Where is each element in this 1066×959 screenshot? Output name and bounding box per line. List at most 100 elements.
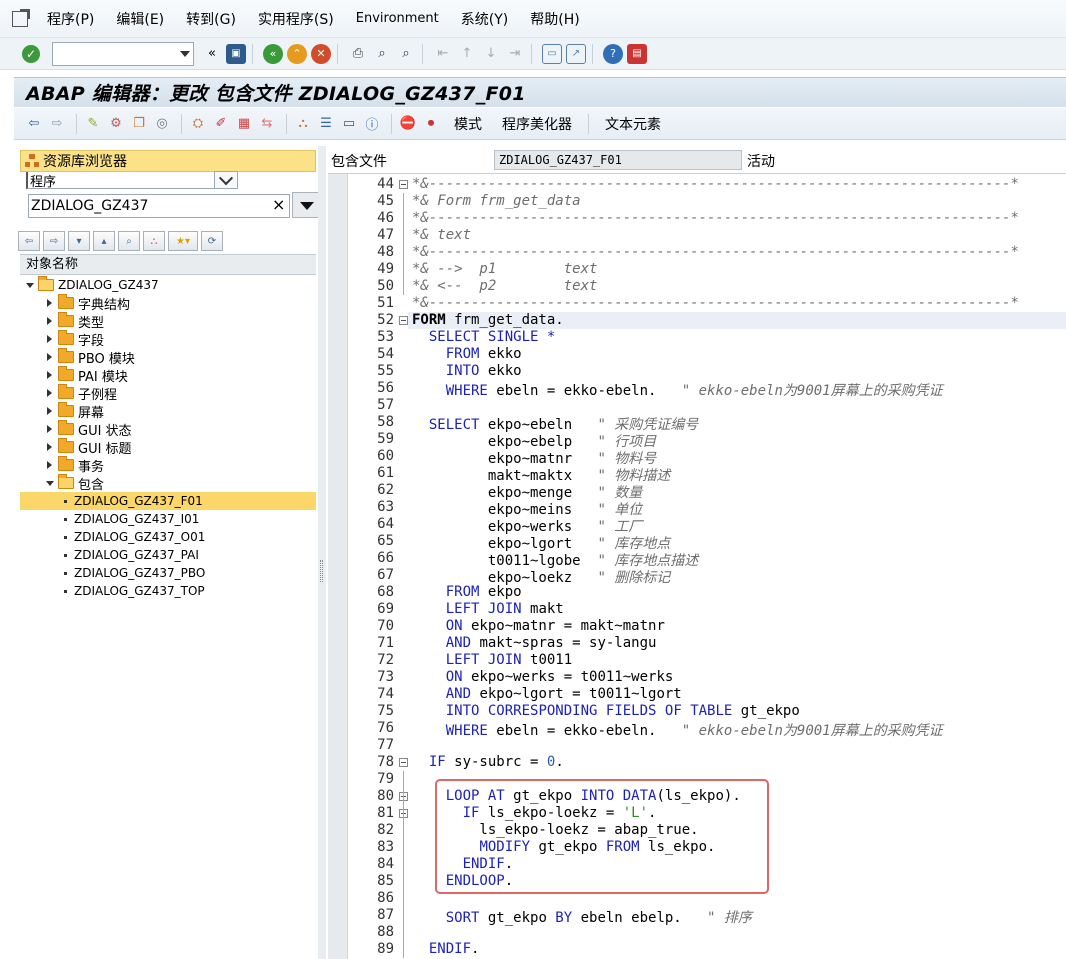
object-name-input[interactable]: ZDIALOG_GZ437 [28,194,290,218]
display-object-list-icon[interactable]: ☰ [316,114,336,134]
back-arrow-icon[interactable]: ⇦ [24,114,44,134]
code-line[interactable]: FORM frm_get_data. [412,312,564,328]
where-used-icon[interactable]: ▦ [234,114,254,134]
code-line[interactable]: IF sy-subrc = 0. [412,754,564,770]
panel-resize-handle[interactable] [318,146,326,959]
code-line[interactable]: MODIFY gt_ekpo FROM ls_ekpo. [412,839,715,855]
code-line[interactable]: ls_ekpo-loekz = abap_true. [412,822,698,838]
code-line[interactable]: *&--------------------------------------… [412,210,1019,226]
tree-include-item[interactable]: ZDIALOG_GZ437_I01 [20,510,316,528]
object-type-select[interactable]: 程序 [26,171,238,190]
repository-browser-header[interactable]: 资源库浏览器 [20,150,316,172]
tree-node-includes[interactable]: 包含 [20,474,316,493]
object-list-icon[interactable]: ⇆ [257,114,277,134]
code-line[interactable]: ENDIF. [412,941,480,957]
next-page-icon[interactable]: ↓ [481,44,501,64]
expand-arrow-icon[interactable] [46,371,54,379]
code-editor[interactable]: 44 45 46 47 48 49 50 51 52 53 54 55 56 57 58 59 60 61 62 63… [328,173,1066,959]
command-field[interactable] [52,41,194,66]
expand-subtree-icon[interactable]: ▴ [93,231,115,251]
menu-program[interactable]: 程序(P) [36,9,105,29]
check-icon[interactable]: ◎ [152,114,172,134]
last-page-icon[interactable]: ⇥ [505,44,525,64]
menu-system[interactable]: 系统(Y) [450,9,519,29]
code-line[interactable]: ON ekpo~matnr = makt~matnr [412,618,665,634]
new-session-icon[interactable]: ▭ [542,43,562,64]
fold-toggle-icon[interactable] [399,180,408,189]
object-name-dropdown-icon[interactable] [292,192,320,218]
help-icon[interactable]: ? [603,43,623,64]
mode-button[interactable]: 模式 [444,114,492,134]
tree-include-item[interactable]: ZDIALOG_GZ437_PBO [20,564,316,582]
tree-node-gui-status[interactable]: GUI 状态 [20,420,316,439]
forward-arrow-icon[interactable]: ⇨ [47,114,67,134]
tree-include-item[interactable]: ZDIALOG_GZ437_O01 [20,528,316,546]
collapse-command-icon[interactable]: « [202,44,222,64]
code-line[interactable]: ENDIF. [412,856,514,872]
code-line[interactable]: WHERE ebeln = ekko-ebeln. " ekko-ebeln为9… [412,720,943,740]
test-icon[interactable]: ✐ [211,114,231,134]
expand-arrow-icon[interactable] [46,425,54,433]
display-change-icon[interactable]: ✎ [83,114,103,134]
previous-object-icon[interactable]: ⇦ [18,231,40,251]
code-line[interactable]: AND makt~spras = sy-langu [412,635,657,651]
tree-node-fields[interactable]: 字段 [20,330,316,349]
clear-icon[interactable]: × [272,195,285,214]
tree-include-item[interactable]: ZDIALOG_GZ437_F01 [20,492,316,510]
favorites-icon[interactable]: ★▾ [168,231,198,251]
code-line[interactable]: LEFT JOIN makt [412,601,564,617]
expand-arrow-icon[interactable] [46,353,54,361]
pretty-printer-button[interactable]: 程序美化器 [492,114,582,134]
tree-node-gui-titles[interactable]: GUI 标题 [20,438,316,457]
code-line[interactable]: INTO CORRESPONDING FIELDS OF TABLE gt_ek… [412,703,800,719]
menu-goto[interactable]: 转到(G) [175,9,247,29]
code-line[interactable]: WHERE ebeln = ekko-ebeln. " ekko-ebeln为9… [412,380,943,400]
code-line[interactable]: AND ekpo~lgort = t0011~lgort [412,686,682,702]
collapse-arrow-icon[interactable] [46,479,54,487]
code-line[interactable]: *& Form frm_get_data [412,193,581,209]
tree-node-dictionary-structures[interactable]: 字典结构 [20,294,316,313]
expand-arrow-icon[interactable] [46,389,54,397]
hierarchy-icon[interactable]: ⛬ [143,231,165,251]
enter-check-icon[interactable]: ✓ [22,44,40,63]
code-line[interactable]: *&--------------------------------------… [412,295,1019,311]
expand-arrow-icon[interactable] [46,335,54,343]
code-line[interactable]: INTO ekko [412,363,522,379]
code-line[interactable]: *& --> p1 text [412,261,597,277]
tree-node-screens[interactable]: 屏幕 [20,402,316,421]
tree-node-types[interactable]: 类型 [20,312,316,331]
back-icon[interactable]: « [263,43,283,64]
find-icon[interactable]: ⌕ [372,44,392,64]
find-icon[interactable]: ⌕ [118,231,140,251]
code-line[interactable]: ON ekpo~werks = t0011~werks [412,669,674,685]
tree-node-subroutines[interactable]: 子例程 [20,384,316,403]
code-line[interactable]: *&--------------------------------------… [412,244,1019,260]
code-line[interactable]: FROM ekpo [412,584,522,600]
breakpoint-icon[interactable]: ⛔ [398,114,418,134]
next-object-icon[interactable]: ⇨ [43,231,65,251]
previous-page-icon[interactable]: ↑ [457,44,477,64]
tree-include-item[interactable]: ZDIALOG_GZ437_PAI [20,546,316,564]
find-next-icon[interactable]: ⌕ [396,44,416,64]
activate-icon[interactable]: ⛭ [188,114,208,134]
tree-node-pai-modules[interactable]: PAI 模块 [20,366,316,385]
code-line[interactable]: SORT gt_ekpo BY ebeln ebelp. " 排序 [412,907,752,927]
code-line[interactable]: LEFT JOIN t0011 [412,652,572,668]
print-icon[interactable]: ⎙ [348,44,368,64]
expand-arrow-icon[interactable] [46,461,54,469]
fold-toggle-icon[interactable] [399,758,408,767]
text-elements-button[interactable]: 文本元素 [595,114,671,134]
code-line[interactable]: ENDLOOP. [412,873,513,889]
fold-toggle-icon[interactable] [399,316,408,325]
code-line[interactable]: FROM ekko [412,346,522,362]
up-level-icon[interactable]: ▾ [68,231,90,251]
navigation-window-icon[interactable]: ⛬ [293,114,313,134]
refresh-icon[interactable]: ⟳ [201,231,223,251]
expand-arrow-icon[interactable] [46,299,54,307]
cancel-icon[interactable]: ✕ [311,43,331,64]
exit-icon[interactable]: ⌃ [287,43,307,64]
menu-utilities[interactable]: 实用程序(S) [247,9,345,29]
code-line[interactable]: *&--------------------------------------… [412,176,1019,192]
command-dropdown-icon[interactable] [180,50,190,57]
info-icon[interactable]: ⓘ [362,114,382,134]
